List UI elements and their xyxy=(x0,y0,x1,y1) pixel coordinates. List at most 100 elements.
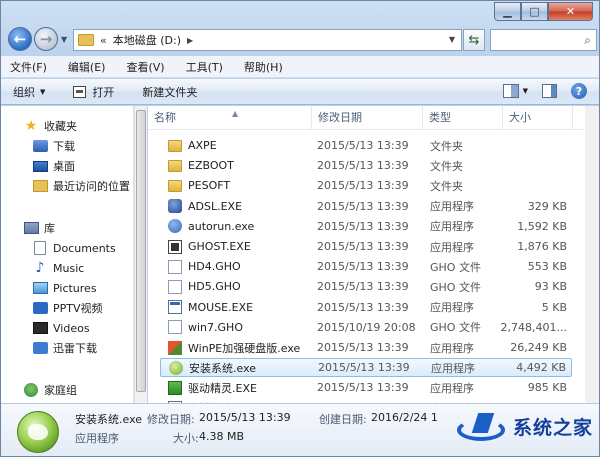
refresh-button[interactable]: ⇆ xyxy=(463,29,485,51)
chevron-down-icon[interactable]: ▼ xyxy=(523,87,528,95)
nav-libraries[interactable]: 库 xyxy=(23,218,55,238)
file-name: HD5.GHO xyxy=(188,280,241,294)
details-file-type: 应用程序 xyxy=(75,432,119,445)
nav-item-downloads[interactable]: 下载 xyxy=(32,136,75,156)
nav-scrollbar[interactable] xyxy=(134,106,147,403)
recent-places-icon xyxy=(32,180,48,192)
folder-file-icon xyxy=(168,139,182,152)
nav-item-music[interactable]: ♪ Music xyxy=(32,258,85,278)
nav-item-pptv[interactable]: PPTV视频 xyxy=(32,298,103,318)
nav-item-label: Music xyxy=(53,261,85,275)
homegroup-icon xyxy=(24,383,38,397)
address-bar[interactable]: « 本地磁盘 (D:) ▶ ▼ xyxy=(73,29,462,51)
watermark-text: 系统之家 xyxy=(512,416,593,439)
menu-edit[interactable]: 编辑(E) xyxy=(65,59,109,75)
open-button[interactable]: 打开 xyxy=(73,84,114,100)
nav-item-thunder-downloads[interactable]: 迅雷下载 xyxy=(32,338,97,358)
column-header-date[interactable]: 修改日期 xyxy=(312,106,423,130)
table-row[interactable]: autorun.exe 2015/5/13 13:39 应用程序 1,592 KB xyxy=(160,217,572,236)
table-row[interactable]: 安装系统.exe 2015/5/13 13:39 应用程序 4,492 KB xyxy=(160,358,572,378)
file-name-cell: ADSL.EXE xyxy=(168,199,242,214)
recent-pages-dropdown[interactable]: ▼ xyxy=(61,35,67,44)
new-folder-button[interactable]: 新建文件夹 xyxy=(142,84,197,100)
organize-button[interactable]: 组织 ▼ xyxy=(13,84,45,100)
xitongzhijia-logo-icon xyxy=(456,409,511,443)
file-type: 文件夹 xyxy=(430,179,463,193)
nav-item-recent-places[interactable]: 最近访问的位置 xyxy=(32,176,130,196)
gho-file-icon xyxy=(168,320,182,335)
maximize-button[interactable]: □ xyxy=(521,2,548,21)
file-type: 应用程序 xyxy=(431,361,475,375)
view-options-icon[interactable] xyxy=(502,84,519,98)
file-date: 2015/5/13 13:39 xyxy=(317,260,409,274)
file-name-cell: EZBOOT xyxy=(168,159,234,172)
forward-button[interactable]: → xyxy=(34,27,58,51)
menu-tools[interactable]: 工具(T) xyxy=(183,59,226,75)
file-name-cell: AXPE xyxy=(168,139,217,152)
nav-item-label: PPTV视频 xyxy=(53,302,103,315)
table-row[interactable]: HD5.GHO 2015/5/13 13:39 GHO 文件 93 KB xyxy=(160,277,572,296)
file-list-scrollbar[interactable] xyxy=(585,106,599,403)
table-row[interactable]: EZBOOT 2015/5/13 13:39 文件夹 xyxy=(160,156,572,175)
winpe-file-icon xyxy=(168,340,182,355)
file-date: 2015/5/13 13:39 xyxy=(317,341,409,354)
minimize-button[interactable]: ▁ xyxy=(494,2,521,21)
column-header-name[interactable]: 名称 ▲ xyxy=(148,106,312,130)
nav-item-videos[interactable]: Videos xyxy=(32,318,90,338)
file-type: 应用程序 xyxy=(430,220,474,234)
table-row[interactable]: HD4.GHO 2015/5/13 13:39 GHO 文件 553 KB xyxy=(160,257,572,276)
file-name: autorun.exe xyxy=(188,219,255,233)
table-row[interactable]: WinPE加强硬盘版.exe 2015/5/13 13:39 应用程序 26,249 … xyxy=(160,338,572,357)
search-input[interactable]: ⌕ xyxy=(490,29,597,51)
menu-help[interactable]: 帮助(H) xyxy=(241,59,286,75)
table-row[interactable]: PESOFT 2015/5/13 13:39 文件夹 xyxy=(160,176,572,195)
details-modified-value: 2015/5/13 13:39 xyxy=(199,411,291,424)
column-header-type[interactable]: 类型 xyxy=(423,106,503,130)
pictures-icon xyxy=(32,282,48,294)
file-size: 93 KB xyxy=(534,280,567,294)
column-header-size[interactable]: 大小 xyxy=(503,106,573,130)
file-name-cell: WinPE加强硬盘版.exe xyxy=(168,340,300,356)
file-date: 2015/5/13 13:39 xyxy=(317,240,409,253)
menu-view[interactable]: 查看(V) xyxy=(123,59,167,75)
nav-item-pictures[interactable]: Pictures xyxy=(32,278,97,298)
nav-favorites[interactable]: ★ 收藏夹 xyxy=(23,116,77,136)
chevron-right-icon[interactable]: ▶ xyxy=(187,36,193,45)
navigation-pane: ★ 收藏夹 下载 桌面 最近访问的位置 库 Documents ♪ Music xyxy=(1,106,134,403)
sort-ascending-icon: ▲ xyxy=(232,109,239,118)
chevron-down-icon: ▼ xyxy=(40,87,46,96)
file-size: 1,876 KB xyxy=(517,240,567,253)
nav-item-label: Pictures xyxy=(53,281,97,295)
file-name-cell: MOUSE.EXE xyxy=(168,300,253,315)
back-button[interactable]: ← xyxy=(8,27,32,51)
nav-item-desktop[interactable]: 桌面 xyxy=(32,156,75,176)
pptv-icon xyxy=(32,302,48,314)
table-row[interactable]: ADSL.EXE 2015/5/13 13:39 应用程序 329 KB xyxy=(160,197,572,216)
nav-homegroup[interactable]: 家庭组 xyxy=(23,380,77,400)
table-row[interactable]: 驱动精灵.EXE 2015/5/13 13:39 应用程序 985 KB xyxy=(160,378,572,397)
library-icon xyxy=(23,222,39,234)
table-row[interactable]: GHOST.EXE 2015/5/13 13:39 应用程序 1,876 KB xyxy=(160,237,572,256)
breadcrumb-drive-d[interactable]: 本地磁盘 (D:) xyxy=(113,32,181,48)
menu-file[interactable]: 文件(F) xyxy=(7,59,50,75)
explorer-window: ▁ □ ✕ ← → ▼ « 本地磁盘 (D:) ▶ ▼ ⇆ ⌕ 文件(F) 编辑… xyxy=(0,0,600,457)
file-name-cell: GHOST.EXE xyxy=(168,239,251,254)
file-date: 2015/5/13 13:39 xyxy=(317,219,409,233)
thunder-download-icon xyxy=(32,342,48,354)
file-size: 26,249 KB xyxy=(510,341,567,354)
table-row[interactable]: AXPE 2015/5/13 13:39 文件夹 xyxy=(160,136,572,155)
nav-item-label: Videos xyxy=(53,321,90,335)
file-size: 553 KB xyxy=(527,260,567,274)
chevron-down-icon[interactable]: ▼ xyxy=(449,35,455,44)
breadcrumb-overflow[interactable]: « xyxy=(100,34,107,47)
scrollbar-thumb[interactable] xyxy=(136,110,146,392)
table-row[interactable]: win7.GHO 2015/10/19 20:08 GHO 文件 2,748,401.… xyxy=(160,318,572,337)
search-icon: ⌕ xyxy=(584,33,591,47)
details-created-label: 创建日期: xyxy=(319,413,367,426)
help-icon[interactable]: ? xyxy=(571,83,587,99)
close-button[interactable]: ✕ xyxy=(548,2,593,21)
preview-pane-icon[interactable] xyxy=(542,84,557,98)
column-headers: 名称 ▲ 修改日期 类型 大小 xyxy=(148,106,599,130)
table-row[interactable]: MOUSE.EXE 2015/5/13 13:39 应用程序 5 KB xyxy=(160,298,572,317)
nav-item-documents[interactable]: Documents xyxy=(32,238,116,258)
